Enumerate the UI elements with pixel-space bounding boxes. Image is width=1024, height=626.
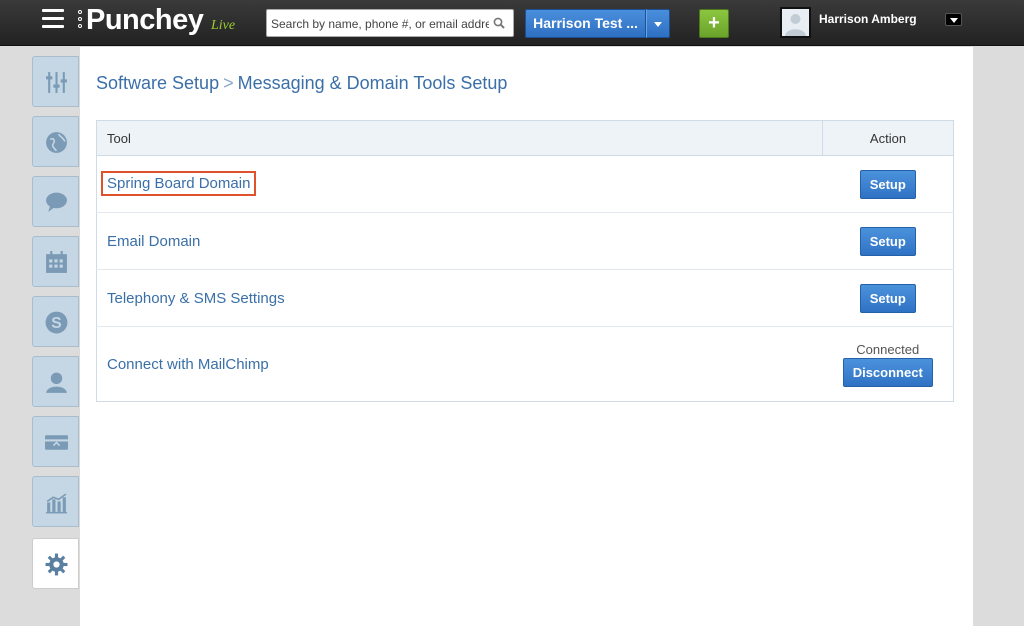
user-avatar-icon [782, 9, 809, 36]
sliders-icon [46, 72, 67, 93]
search-box [266, 9, 514, 37]
sidebar-item-payments[interactable]: S [32, 296, 79, 347]
chevron-down-icon [950, 18, 958, 23]
sidebar-item-messages[interactable] [32, 176, 79, 227]
breadcrumb-parent-link[interactable]: Software Setup [96, 73, 219, 93]
logo-dots-icon [78, 10, 84, 31]
top-bar: Punchey Live Harrison Test ... + Harriso… [0, 0, 1024, 46]
account-selector-button[interactable]: Harrison Test ... [525, 9, 646, 38]
connection-status-text: Connected [856, 341, 920, 357]
email-domain-link[interactable]: Email Domain [103, 231, 204, 252]
sidebar-item-cards[interactable] [32, 416, 79, 467]
table-row: Email Domain Setup [96, 212, 954, 270]
globe-icon [46, 132, 67, 153]
svg-text:S: S [51, 315, 61, 332]
spring-board-domain-link[interactable]: Spring Board Domain [101, 170, 257, 196]
table-cell-tool: Telephony & SMS Settings [96, 269, 823, 327]
search-input[interactable] [271, 14, 489, 34]
table-header-row: Tool Action [96, 120, 954, 156]
add-button[interactable]: + [699, 9, 729, 38]
sidebar-item-settings-sliders[interactable] [32, 56, 79, 107]
search-icon[interactable] [493, 17, 505, 29]
breadcrumb-separator: > [223, 73, 234, 93]
dollar-icon: S [45, 311, 68, 334]
connect-mailchimp-link[interactable]: Connect with MailChimp [103, 354, 273, 375]
brand-live-tag: Live [211, 18, 236, 33]
main-panel: Software Setup > Messaging & Domain Tools … [80, 47, 973, 626]
sidebar-item-globe[interactable] [32, 116, 79, 167]
table-row: Connect with MailChimp Connected Disconn… [97, 327, 954, 402]
brand-logo[interactable]: Punchey [86, 4, 204, 37]
tools-table: Tool Action Spring Board Domain Setup Em… [96, 120, 954, 402]
table-cell-action: Setup [822, 269, 954, 327]
user-name[interactable]: Harrison Amberg [819, 12, 917, 26]
table-cell-tool: Email Domain [96, 212, 823, 270]
person-icon [46, 372, 67, 393]
sidebar-item-settings[interactable] [32, 538, 79, 589]
user-menu-button[interactable] [945, 13, 962, 26]
column-header-action: Action [822, 120, 954, 156]
sidebar-item-customers[interactable] [32, 356, 79, 407]
disconnect-button[interactable]: Disconnect [842, 357, 933, 387]
chevron-down-icon [654, 22, 662, 27]
bar-chart-icon [46, 493, 67, 514]
page-title: Messaging & Domain Tools Setup [237, 73, 508, 93]
setup-button[interactable]: Setup [859, 283, 916, 313]
sidebar-item-calendar[interactable] [32, 236, 79, 287]
calendar-icon [46, 251, 67, 273]
table-cell-tool: Connect with MailChimp [97, 327, 823, 402]
setup-button[interactable]: Setup [859, 226, 916, 256]
breadcrumb: Software Setup > Messaging & Domain Tools … [96, 73, 507, 94]
avatar[interactable] [780, 7, 811, 38]
column-header-tool: Tool [96, 120, 823, 156]
gear-icon [45, 553, 68, 576]
table-row: Telephony & SMS Settings Setup [96, 269, 954, 327]
setup-button[interactable]: Setup [859, 169, 916, 199]
card-icon [45, 435, 68, 450]
hamburger-menu-icon[interactable] [42, 9, 64, 31]
table-cell-action: Setup [822, 155, 954, 213]
chat-bubble-icon [46, 192, 67, 212]
account-dropdown-button[interactable] [646, 9, 670, 38]
table-cell-action: Setup [822, 212, 954, 270]
table-cell-action: Connected Disconnect [823, 327, 954, 402]
telephony-sms-settings-link[interactable]: Telephony & SMS Settings [103, 288, 289, 309]
sidebar-item-reports[interactable] [32, 476, 79, 527]
table-row: Spring Board Domain Setup [96, 155, 954, 213]
table-cell-tool: Spring Board Domain [96, 155, 823, 213]
